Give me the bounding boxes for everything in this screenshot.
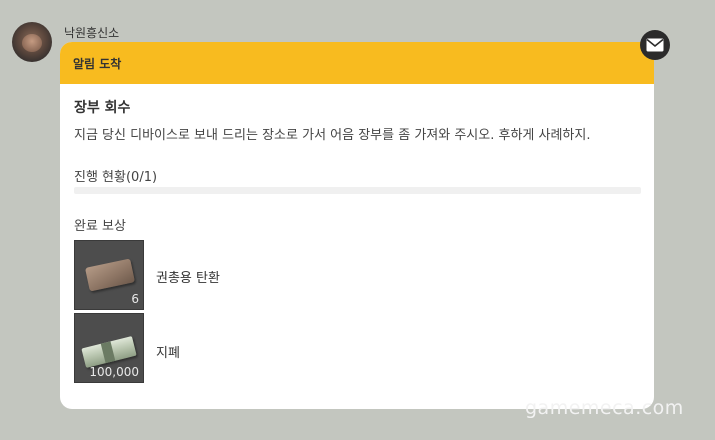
reward-name: 지폐 xyxy=(156,346,180,361)
header-title: 알림 도착 xyxy=(73,56,122,71)
monkey-face-image xyxy=(22,34,42,52)
quest-title: 장부 회수 xyxy=(74,100,131,116)
cash-bundle-icon xyxy=(81,336,137,368)
notification-card: 알림 도착 장부 회수 지금 당신 디바이스로 보내 드리는 장소로 가서 어음… xyxy=(60,42,654,409)
sender-name: 낙원흥신소 xyxy=(64,26,120,40)
progress-bar xyxy=(74,187,641,194)
envelope-icon xyxy=(646,38,664,52)
card-header: 알림 도착 xyxy=(60,42,654,84)
cash-band xyxy=(100,341,116,364)
reward-slot-pistol-ammo[interactable]: 6 xyxy=(74,240,144,310)
sender-avatar[interactable] xyxy=(12,22,52,62)
watermark: gamemeca.com xyxy=(525,397,684,419)
reward-count: 100,000 xyxy=(89,365,139,379)
mail-badge[interactable] xyxy=(640,30,670,60)
reward-count: 6 xyxy=(131,292,139,306)
reward-label: 완료 보상 xyxy=(74,219,126,234)
reward-name: 권총용 탄환 xyxy=(156,271,220,286)
pistol-ammo-icon xyxy=(85,258,135,292)
progress-label: 진행 현황(0/1) xyxy=(74,170,158,185)
quest-description: 지금 당신 디바이스로 보내 드리는 장소로 가서 어음 장부를 좀 가져와 주… xyxy=(74,128,591,143)
